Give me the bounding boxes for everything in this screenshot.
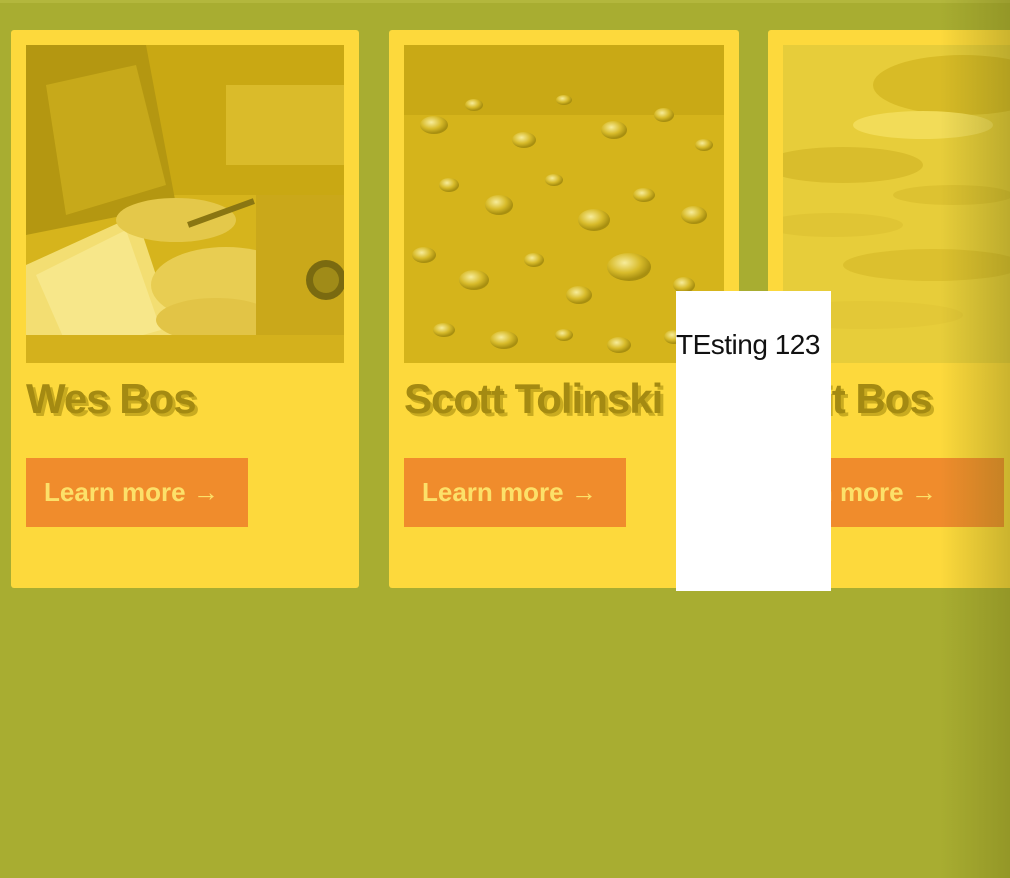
card-title: Scott Tolinski	[404, 375, 663, 422]
card-photo-hands-notepad	[26, 45, 344, 363]
popup-text: TEsting 123	[676, 329, 820, 360]
card-title: Wes Bos	[26, 375, 197, 422]
card-wes-bos: Wes Bos Learn more →	[11, 30, 359, 588]
page-top-edge	[0, 0, 1010, 3]
learn-more-button[interactable]: Learn more →	[404, 458, 626, 527]
learn-more-button[interactable]: Learn more →	[26, 458, 248, 527]
popup-overlay: TEsting 123	[676, 291, 831, 591]
